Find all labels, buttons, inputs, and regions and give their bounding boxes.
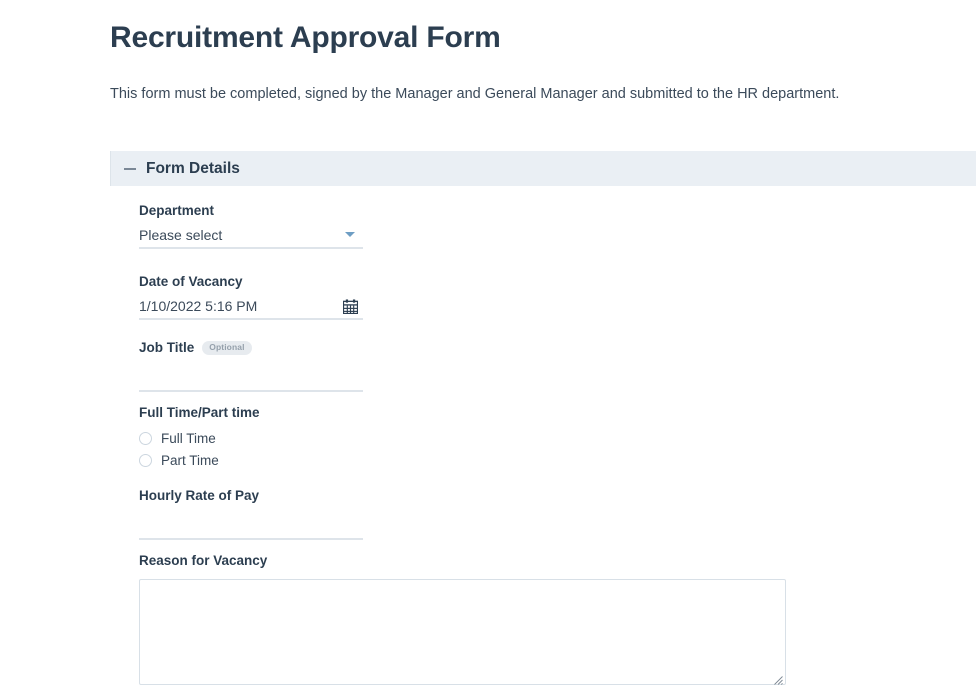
- radio-circle-icon[interactable]: [139, 432, 152, 446]
- field-label-full-time-part-time: Full Time/Part time: [139, 404, 260, 422]
- page-description: This form must be completed, signed by t…: [110, 86, 840, 102]
- radio-option-part-time[interactable]: Part Time: [139, 450, 260, 472]
- hourly-rate-input[interactable]: [139, 518, 363, 540]
- department-select[interactable]: Please select: [139, 224, 363, 249]
- field-label-date-of-vacancy: Date of Vacancy: [139, 273, 363, 291]
- section-header-form-details[interactable]: Form Details: [110, 151, 976, 186]
- field-department: Department Please select: [139, 202, 363, 249]
- label-text: Hourly Rate of Pay: [139, 488, 260, 503]
- optional-badge: Optional: [202, 341, 252, 355]
- radio-group-employment-type: Full Time Part Time: [139, 428, 260, 472]
- radio-label: Full Time: [161, 431, 216, 447]
- label-text: Reason for Vacancy: [139, 553, 268, 568]
- field-reason-for-vacancy: Reason for Vacancy: [139, 552, 786, 685]
- date-of-vacancy-input[interactable]: 1/10/2022 5:16 PM: [139, 295, 363, 320]
- chevron-down-icon[interactable]: [345, 231, 355, 237]
- resize-handle-icon[interactable]: [773, 672, 783, 685]
- radio-label: Part Time: [161, 453, 219, 469]
- radio-option-full-time[interactable]: Full Time: [139, 428, 260, 450]
- job-title-input[interactable]: [139, 370, 363, 392]
- field-date-of-vacancy: Date of Vacancy 1/10/2022 5:16 PM: [139, 273, 363, 320]
- field-label-hourly-rate-of-pay: Hourly Rate of Pay: [139, 487, 363, 505]
- field-label-department: Department: [139, 202, 363, 220]
- calendar-icon[interactable]: [342, 299, 359, 314]
- label-text: Date of Vacancy: [139, 274, 243, 289]
- label-text: Job Title: [139, 340, 195, 355]
- field-job-title: Job Title Optional: [139, 339, 363, 392]
- reason-for-vacancy-textarea[interactable]: [139, 578, 786, 685]
- recruitment-approval-form-page: Recruitment Approval Form This form must…: [0, 0, 976, 699]
- radio-circle-icon[interactable]: [139, 454, 152, 468]
- department-selected-value: Please select: [139, 226, 223, 243]
- minus-icon[interactable]: [123, 162, 137, 176]
- date-of-vacancy-value: 1/10/2022 5:16 PM: [139, 297, 258, 314]
- field-full-time-part-time: Full Time/Part time Full Time Part Time: [139, 404, 260, 472]
- field-label-job-title: Job Title Optional: [139, 339, 363, 357]
- field-label-reason-for-vacancy: Reason for Vacancy: [139, 552, 786, 570]
- label-text: Department: [139, 203, 215, 218]
- page-title: Recruitment Approval Form: [110, 21, 501, 54]
- field-hourly-rate-of-pay: Hourly Rate of Pay: [139, 487, 363, 540]
- section-title: Form Details: [146, 159, 240, 177]
- label-text: Full Time/Part time: [139, 405, 260, 420]
